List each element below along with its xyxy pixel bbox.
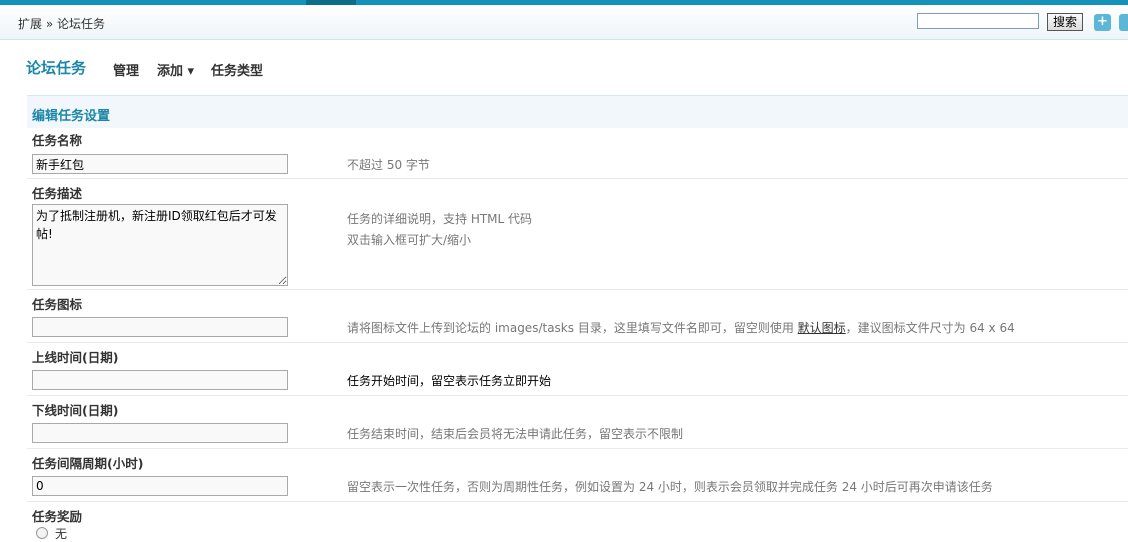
row-divider bbox=[27, 178, 1128, 179]
edit-task-form: 编辑任务设置 任务名称 不超过 50 字节 任务描述 为了抵制注册机，新注册ID… bbox=[27, 95, 1128, 541]
period-hint: 留空表示一次性任务，否则为周期性任务，例如设置为 24 小时，则表示会员领取并完… bbox=[347, 480, 993, 494]
plus-icon[interactable]: + bbox=[1094, 14, 1111, 31]
extra-icon[interactable] bbox=[1119, 14, 1128, 31]
reward-none-radio[interactable] bbox=[36, 527, 48, 539]
task-icon-hint-text: 请将图标文件上传到论坛的 images/tasks 目录，这里填写文件名即可，留… bbox=[347, 321, 798, 335]
period-label: 任务间隔周期(小时) bbox=[32, 456, 144, 471]
task-name-hint: 不超过 50 字节 bbox=[347, 158, 430, 172]
start-time-hint: 任务开始时间，留空表示任务立即开始 bbox=[347, 374, 552, 388]
task-icon-hint: 请将图标文件上传到论坛的 images/tasks 目录，这里填写文件名即可，留… bbox=[347, 319, 1015, 336]
reward-none-label: 无 bbox=[55, 527, 68, 541]
row-divider bbox=[27, 501, 1128, 502]
task-icon-hint-size: ，建议图标文件尺寸为 64 x 64 bbox=[845, 321, 1015, 335]
nav-manage[interactable]: 管理 bbox=[113, 60, 139, 79]
section-title: 编辑任务设置 bbox=[32, 109, 111, 124]
end-time-input[interactable] bbox=[32, 423, 288, 443]
end-time-label: 下线时间(日期) bbox=[32, 403, 119, 418]
default-icon-link[interactable]: 默认图标 bbox=[798, 321, 846, 335]
breadcrumb-separator: » bbox=[42, 17, 57, 31]
page-title: 论坛任务 bbox=[26, 59, 87, 77]
row-divider bbox=[27, 395, 1128, 396]
task-icon-label: 任务图标 bbox=[32, 297, 83, 312]
section-header: 编辑任务设置 bbox=[27, 95, 1128, 128]
task-name-input[interactable] bbox=[32, 154, 288, 174]
row-divider bbox=[27, 289, 1128, 290]
task-icon-input[interactable] bbox=[32, 317, 288, 337]
row-divider bbox=[27, 342, 1128, 343]
search-button[interactable]: 搜索 bbox=[1047, 13, 1083, 31]
task-name-label: 任务名称 bbox=[32, 133, 83, 148]
task-description-textarea[interactable]: 为了抵制注册机，新注册ID领取红包后才可发帖! bbox=[32, 204, 288, 286]
start-time-input[interactable] bbox=[32, 370, 288, 390]
period-input[interactable] bbox=[32, 476, 288, 496]
breadcrumb: 扩展 » 论坛任务 bbox=[18, 15, 105, 32]
end-time-hint: 任务结束时间，结束后会员将无法申请此任务，留空表示不限制 bbox=[347, 427, 684, 441]
nav-task-types[interactable]: 任务类型 bbox=[211, 60, 263, 79]
task-description-hint: 任务的详细说明，支持 HTML 代码 bbox=[347, 212, 533, 226]
search-input[interactable] bbox=[917, 13, 1039, 29]
task-description-label: 任务描述 bbox=[32, 186, 83, 201]
breadcrumb-root[interactable]: 扩展 bbox=[18, 15, 42, 32]
reward-label: 任务奖励 bbox=[32, 509, 83, 524]
nav-add-dropdown[interactable]: 添加 ▾ bbox=[157, 60, 194, 79]
header-bar: 扩展 » 论坛任务 搜索 + bbox=[0, 5, 1128, 40]
row-divider bbox=[27, 448, 1128, 449]
task-description-hint-resize: 双击输入框可扩大/缩小 bbox=[347, 233, 472, 247]
start-time-label: 上线时间(日期) bbox=[32, 350, 119, 365]
breadcrumb-current: 论坛任务 bbox=[57, 17, 106, 31]
